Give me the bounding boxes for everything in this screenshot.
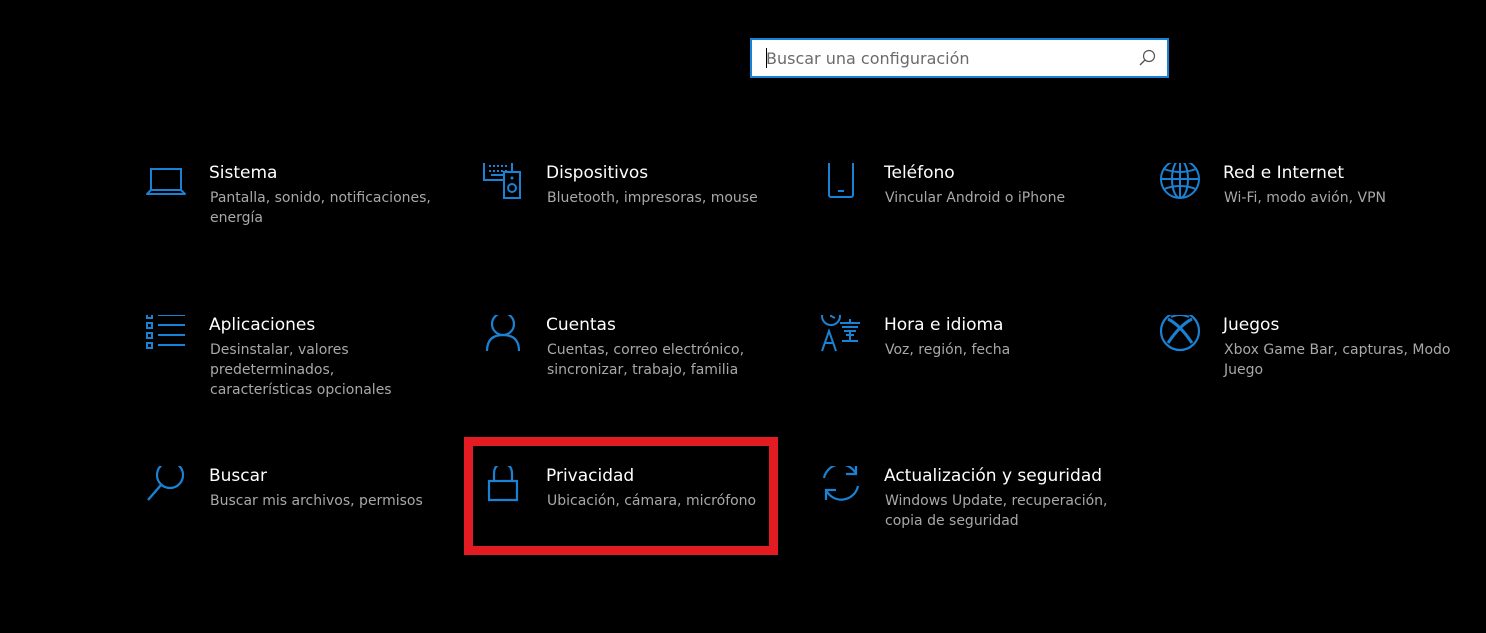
tile-actualizacion-seguridad[interactable]: Actualización y seguridad Windows Update… xyxy=(820,466,1120,576)
tile-telefono[interactable]: Teléfono Vincular Android o iPhone xyxy=(820,163,1120,273)
search-box[interactable] xyxy=(750,38,1169,78)
tile-description: Cuentas, correo electrónico, sincronizar… xyxy=(547,342,745,378)
tile-title: Hora e idioma xyxy=(884,315,1004,335)
text-caret xyxy=(766,48,767,68)
tile-description: Wi-Fi, modo avión, VPN xyxy=(1224,190,1386,206)
tile-buscar[interactable]: Buscar Buscar mis archivos, permisos xyxy=(145,466,445,576)
tile-title: Dispositivos xyxy=(546,163,649,183)
tile-title: Sistema xyxy=(209,163,278,183)
tile-title: Red e Internet xyxy=(1223,163,1345,183)
globe-icon xyxy=(1159,163,1201,205)
tile-title: Cuentas xyxy=(546,315,616,335)
devices-icon xyxy=(482,163,524,205)
xbox-icon xyxy=(1159,315,1201,357)
tile-description: Buscar mis archivos, permisos xyxy=(210,493,423,509)
tile-dispositivos[interactable]: Dispositivos Bluetooth, impresoras, mous… xyxy=(482,163,782,273)
tile-description: Bluetooth, impresoras, mouse xyxy=(547,190,758,206)
laptop-icon xyxy=(145,163,187,205)
person-icon xyxy=(482,315,524,357)
highlight-annotation-box xyxy=(464,437,778,555)
search-icon[interactable] xyxy=(1137,48,1157,68)
tile-title: Buscar xyxy=(209,466,268,486)
settings-home: Sistema Pantalla, sonido, notificaciones… xyxy=(0,0,1486,633)
tile-aplicaciones[interactable]: Aplicaciones Desinstalar, valores predet… xyxy=(145,315,445,425)
magnifier-icon xyxy=(145,466,187,508)
tile-description: Pantalla, sonido, notificaciones, energí… xyxy=(210,190,431,226)
tile-sistema[interactable]: Sistema Pantalla, sonido, notificaciones… xyxy=(145,163,445,273)
tile-hora-idioma[interactable]: Hora e idioma Voz, región, fecha xyxy=(820,315,1120,425)
tile-description: Windows Update, recuperación, copia de s… xyxy=(885,493,1108,529)
search-input[interactable] xyxy=(766,40,1126,76)
sync-icon xyxy=(820,466,862,508)
apps-list-icon xyxy=(145,315,187,357)
time-language-icon xyxy=(820,315,862,357)
tile-description: Xbox Game Bar, capturas, Modo Juego xyxy=(1224,342,1451,378)
tile-description: Desinstalar, valores predeterminados, ca… xyxy=(210,342,392,398)
tile-cuentas[interactable]: Cuentas Cuentas, correo electrónico, sin… xyxy=(482,315,782,425)
tile-red-internet[interactable]: Red e Internet Wi-Fi, modo avión, VPN xyxy=(1159,163,1459,273)
tile-title: Juegos xyxy=(1223,315,1280,335)
phone-icon xyxy=(820,163,862,205)
tile-description: Vincular Android o iPhone xyxy=(885,190,1066,206)
tile-juegos[interactable]: Juegos Xbox Game Bar, capturas, Modo Jue… xyxy=(1159,315,1459,425)
tile-description: Voz, región, fecha xyxy=(885,342,1011,358)
tile-title: Aplicaciones xyxy=(209,315,316,335)
tile-title: Teléfono xyxy=(884,163,955,183)
tile-title: Actualización y seguridad xyxy=(884,466,1103,486)
